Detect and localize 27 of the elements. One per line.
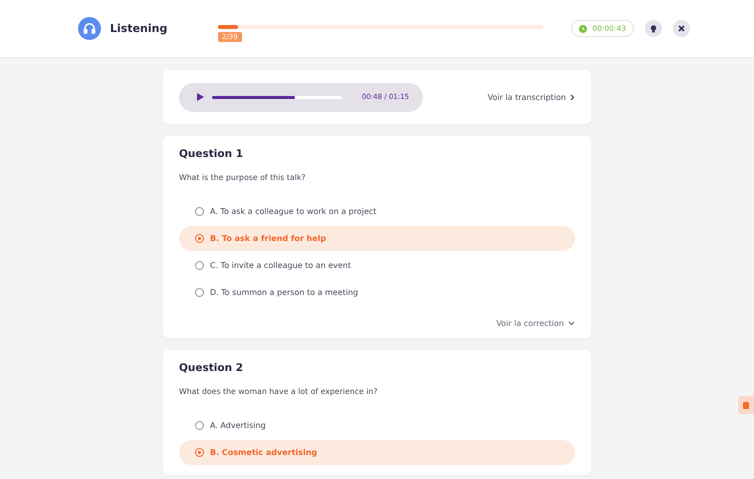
radio-button[interactable] (195, 207, 204, 216)
page-title: Listening (110, 22, 168, 35)
radio-button[interactable] (195, 448, 204, 457)
headphones-icon (78, 17, 101, 40)
answer-option[interactable]: A. Advertising (179, 413, 575, 438)
close-button[interactable] (673, 20, 690, 37)
feedback-tab[interactable] (738, 396, 754, 414)
answer-option[interactable]: C. To invite a colleague to an event (179, 253, 575, 278)
chevron-down-icon (568, 321, 575, 326)
radio-button[interactable] (195, 234, 204, 243)
lightbulb-icon (650, 24, 657, 32)
answer-option[interactable]: D. To summon a person to a meeting (179, 280, 575, 305)
clock-icon (579, 24, 588, 32)
close-icon (678, 25, 685, 32)
audio-seek-fill[interactable] (212, 96, 296, 98)
transcript-link[interactable]: Voir la transcription (488, 92, 575, 102)
question-title: Question 2 (179, 362, 244, 374)
play-icon (197, 93, 204, 101)
chevron-right-icon (570, 94, 575, 100)
radio-button[interactable] (195, 421, 204, 430)
play-button[interactable] (197, 93, 204, 101)
hint-button[interactable] (645, 20, 662, 37)
correction-link[interactable]: Voir la correction (496, 319, 575, 328)
answer-option[interactable]: A. To ask a colleague to work on a project (179, 199, 575, 224)
radio-button[interactable] (195, 261, 204, 270)
question-title: Question 1 (179, 148, 244, 160)
radio-button[interactable] (195, 288, 204, 297)
